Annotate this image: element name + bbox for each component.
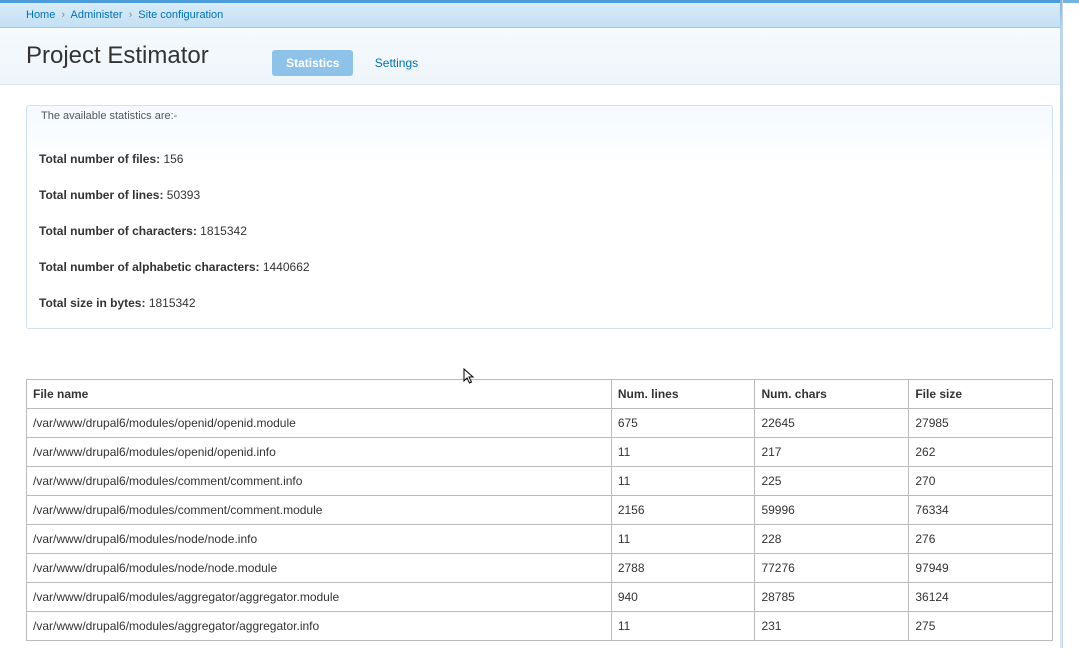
- cell-size: 276: [909, 525, 1053, 554]
- table-row: /var/www/drupal6/modules/node/node.info1…: [27, 525, 1053, 554]
- stat-value: 1815342: [200, 224, 247, 238]
- cell-size: 262: [909, 438, 1053, 467]
- table-row: /var/www/drupal6/modules/node/node.modul…: [27, 554, 1053, 583]
- stat-chars: Total number of characters: 1815342: [39, 224, 1040, 238]
- table-row: /var/www/drupal6/modules/aggregator/aggr…: [27, 583, 1053, 612]
- table-header-row: File name Num. lines Num. chars File siz…: [27, 380, 1053, 409]
- cell-name: /var/www/drupal6/modules/openid/openid.i…: [27, 438, 612, 467]
- col-header-chars[interactable]: Num. chars: [755, 380, 909, 409]
- cell-size: 275: [909, 612, 1053, 641]
- cell-size: 76334: [909, 496, 1053, 525]
- cell-size: 36124: [909, 583, 1053, 612]
- fieldset-legend: The available statistics are:-: [39, 104, 1040, 128]
- stat-lines: Total number of lines: 50393: [39, 188, 1040, 202]
- stat-value: 156: [163, 152, 183, 166]
- stat-label: Total number of lines:: [39, 188, 167, 202]
- cell-size: 97949: [909, 554, 1053, 583]
- breadcrumb-link-home[interactable]: Home: [26, 9, 55, 21]
- table-row: /var/www/drupal6/modules/openid/openid.m…: [27, 409, 1053, 438]
- cell-name: /var/www/drupal6/modules/node/node.info: [27, 525, 612, 554]
- stat-label: Total number of alphabetic characters:: [39, 260, 263, 274]
- cell-lines: 940: [611, 583, 755, 612]
- cell-chars: 28785: [755, 583, 909, 612]
- cell-chars: 231: [755, 612, 909, 641]
- stat-label: Total number of files:: [39, 152, 163, 166]
- cell-lines: 2156: [611, 496, 755, 525]
- cell-chars: 22645: [755, 409, 909, 438]
- cell-lines: 11: [611, 467, 755, 496]
- cell-chars: 228: [755, 525, 909, 554]
- col-header-lines[interactable]: Num. lines: [611, 380, 755, 409]
- cell-name: /var/www/drupal6/modules/aggregator/aggr…: [27, 612, 612, 641]
- breadcrumb-sep: ›: [129, 9, 133, 21]
- cell-lines: 11: [611, 612, 755, 641]
- tabs: Statistics Settings: [272, 50, 436, 76]
- cell-name: /var/www/drupal6/modules/comment/comment…: [27, 467, 612, 496]
- table-row: /var/www/drupal6/modules/openid/openid.i…: [27, 438, 1053, 467]
- table-row: /var/www/drupal6/modules/comment/comment…: [27, 496, 1053, 525]
- stat-alpha: Total number of alphabetic characters: 1…: [39, 260, 1040, 274]
- breadcrumb-sep: ›: [61, 9, 65, 21]
- tab-settings[interactable]: Settings: [361, 50, 432, 76]
- breadcrumb-link-administer[interactable]: Administer: [71, 9, 123, 21]
- content-area: The available statistics are:- Total num…: [0, 85, 1079, 661]
- stat-label: Total size in bytes:: [39, 296, 149, 310]
- cell-chars: 77276: [755, 554, 909, 583]
- cell-name: /var/www/drupal6/modules/node/node.modul…: [27, 554, 612, 583]
- cell-name: /var/www/drupal6/modules/comment/comment…: [27, 496, 612, 525]
- stat-files: Total number of files: 156: [39, 152, 1040, 166]
- header: Project Estimator Statistics Settings: [0, 28, 1079, 85]
- cell-name: /var/www/drupal6/modules/aggregator/aggr…: [27, 583, 612, 612]
- right-edge: [1062, 0, 1079, 648]
- cell-lines: 11: [611, 438, 755, 467]
- col-header-size[interactable]: File size: [909, 380, 1053, 409]
- cell-name: /var/www/drupal6/modules/openid/openid.m…: [27, 409, 612, 438]
- page-title: Project Estimator: [26, 42, 209, 70]
- tab-statistics[interactable]: Statistics: [272, 50, 353, 76]
- cell-lines: 2788: [611, 554, 755, 583]
- cell-size: 270: [909, 467, 1053, 496]
- stat-value: 1440662: [263, 260, 310, 274]
- cell-chars: 217: [755, 438, 909, 467]
- stat-value: 50393: [167, 188, 200, 202]
- cell-chars: 59996: [755, 496, 909, 525]
- breadcrumb-link-site-configuration[interactable]: Site configuration: [138, 9, 223, 21]
- cell-lines: 675: [611, 409, 755, 438]
- stat-value: 1815342: [149, 296, 196, 310]
- stat-label: Total number of characters:: [39, 224, 200, 238]
- cell-chars: 225: [755, 467, 909, 496]
- stat-bytes: Total size in bytes: 1815342: [39, 296, 1040, 310]
- cell-lines: 11: [611, 525, 755, 554]
- cell-size: 27985: [909, 409, 1053, 438]
- table-row: /var/www/drupal6/modules/aggregator/aggr…: [27, 612, 1053, 641]
- breadcrumb: Home › Administer › Site configuration: [0, 3, 1079, 28]
- files-table: File name Num. lines Num. chars File siz…: [26, 379, 1053, 641]
- table-row: /var/www/drupal6/modules/comment/comment…: [27, 467, 1053, 496]
- col-header-filename[interactable]: File name: [27, 380, 612, 409]
- stats-fieldset: The available statistics are:- Total num…: [26, 105, 1053, 329]
